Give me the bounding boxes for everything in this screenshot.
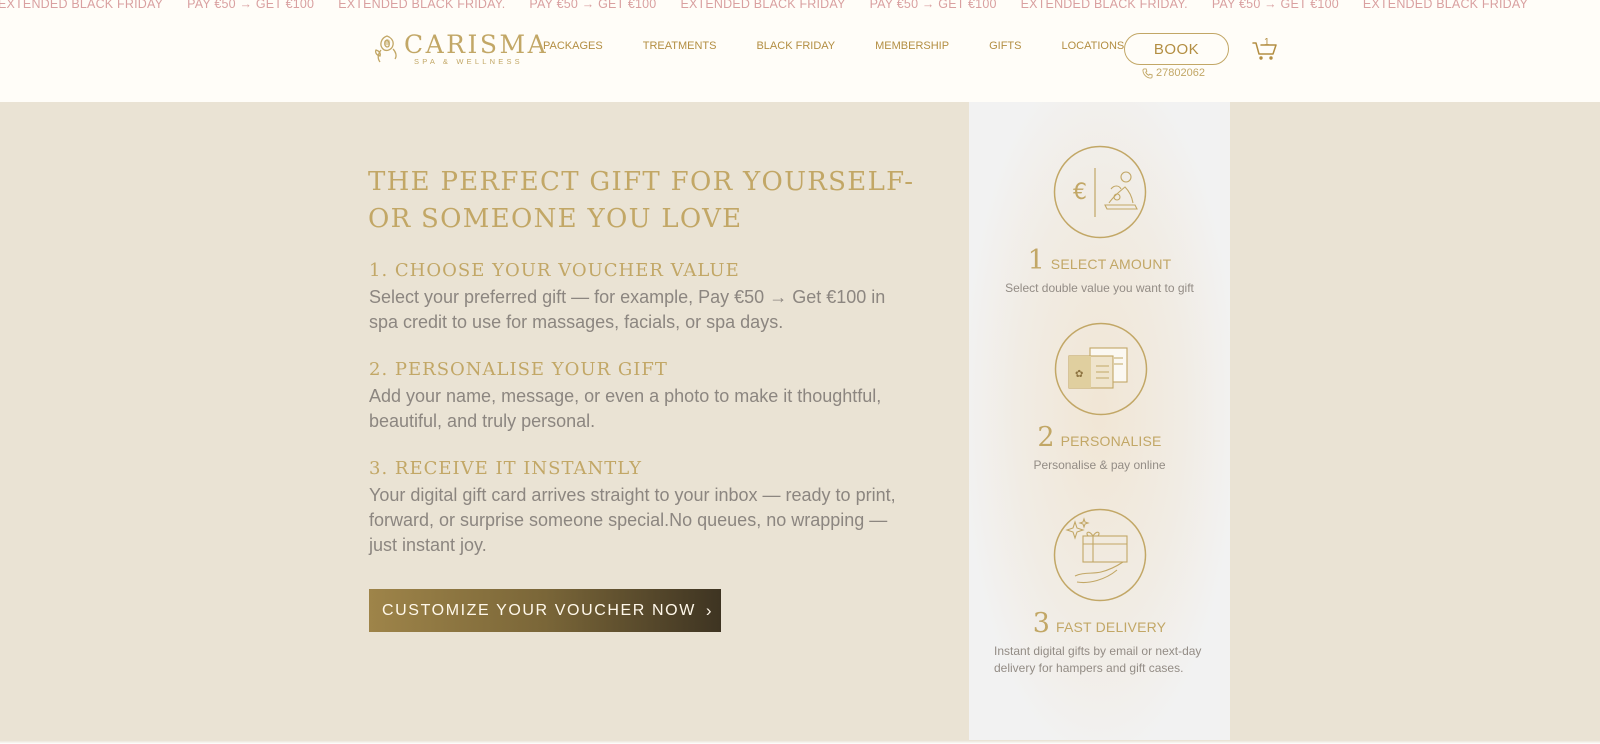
euro-massage-icon: € [1053,145,1146,239]
feature-description: Personalise & pay online [1033,458,1166,472]
step-text: Add your name, message, or even a photo … [369,386,882,431]
logo-tagline: SPA & WELLNESS [414,57,523,66]
nav-item-gifts[interactable]: GIFTS [989,40,1021,52]
cart-count-badge: 1 [1264,37,1270,48]
marquee-item: EXTENDED BLACK FRIDAY [0,0,164,11]
svg-text:✿: ✿ [1075,369,1083,380]
logo[interactable]: CARISMA SPA & WELLNESS [374,32,548,66]
feature-title: FAST DELIVERY [1055,619,1167,635]
logo-name: CARISMA [404,30,549,59]
step-title: 2. Personalise your gift [369,359,668,380]
svg-text:€: € [1073,180,1087,205]
promo-marquee: EXTENDED BLACK FRIDAY PAY €50 → GET €100… [0,0,1600,12]
feature-personalise: ✿ 2 PERSONALISE Personalise & pay online [969,322,1230,474]
nav-item-membership[interactable]: MEMBERSHIP [875,40,949,52]
feature-fast-delivery: 3 FAST DELIVERY Instant digital gifts by… [969,508,1230,677]
marquee-item: PAY €50 → GET €100 [1211,0,1339,11]
cta-label: CUSTOMIZE YOUR VOUCHER NOW [382,601,696,619]
steps-panel: € 1 SELECT AMOUNT Select double value yo… [969,102,1230,744]
gift-section: THE PERFECT GIFT FOR YOURSELF-OR SOMEONE… [0,102,1600,744]
step-personalise: 2. Personalise your gift Add your name, … [369,358,909,434]
nav-item-packages[interactable]: PACKAGES [543,40,603,52]
book-button[interactable]: BOOK [1124,33,1229,65]
gift-cards-icon: ✿ [1054,322,1148,416]
nav-item-black-friday[interactable]: BLACK FRIDAY [756,40,835,52]
nav-item-treatments[interactable]: TREATMENTS [643,40,717,52]
step-text: Select your preferred gift — for example… [369,287,886,332]
marquee-item: EXTENDED BLACK FRIDAY [1362,0,1528,11]
feature-number: 3 [1032,608,1050,639]
phone-icon [1142,67,1153,79]
marquee-item: PAY €50 → GET €100 [869,0,997,11]
step-title: 1. Choose your voucher value [369,260,740,281]
step-title: 3. Receive it instantly [369,458,642,479]
step-choose-value: 1. Choose your voucher value Select your… [369,259,909,335]
section-headline: THE PERFECT GIFT FOR YOURSELF-OR SOMEONE… [368,167,915,234]
marquee-track: EXTENDED BLACK FRIDAY PAY €50 → GET €100… [0,0,1552,11]
step-text: Your digital gift card arrives straight … [369,485,896,555]
marquee-item: EXTENDED BLACK FRIDAY [680,0,846,11]
chevron-right-icon: › [705,600,714,620]
feature-number: 1 [1027,245,1045,276]
main-nav: PACKAGES TREATMENTS BLACK FRIDAY MEMBERS… [543,40,1124,52]
feature-number: 2 [1037,422,1055,453]
phone-number: 27802062 [1156,67,1205,79]
feature-description: Select double value you want to gift [1005,281,1194,295]
feature-title: PERSONALISE [1060,433,1162,449]
marquee-item: EXTENDED BLACK FRIDAY. [338,0,506,11]
marquee-item: EXTENDED BLACK FRIDAY. [1020,0,1188,11]
section-divider [0,740,1600,744]
site-header: CARISMA SPA & WELLNESS PACKAGES TREATMEN… [0,12,1600,102]
rose-logo-icon [374,35,397,63]
customize-voucher-button[interactable]: CUSTOMIZE YOUR VOUCHER NOW › [369,589,721,632]
feature-select-amount: € 1 SELECT AMOUNT Select double value yo… [969,145,1230,297]
marquee-item: PAY €50 → GET €100 [187,0,315,11]
step-receive: 3. Receive it instantly Your digital gif… [369,457,909,558]
nav-item-locations[interactable]: LOCATIONS [1061,40,1124,52]
marquee-item: PAY €50 → GET €100 [529,0,657,11]
phone-link[interactable]: 27802062 [1142,67,1205,79]
feature-title: SELECT AMOUNT [1050,256,1172,272]
hand-gift-icon [1053,508,1146,602]
feature-description: Instant digital gifts by email or next-d… [994,644,1202,675]
